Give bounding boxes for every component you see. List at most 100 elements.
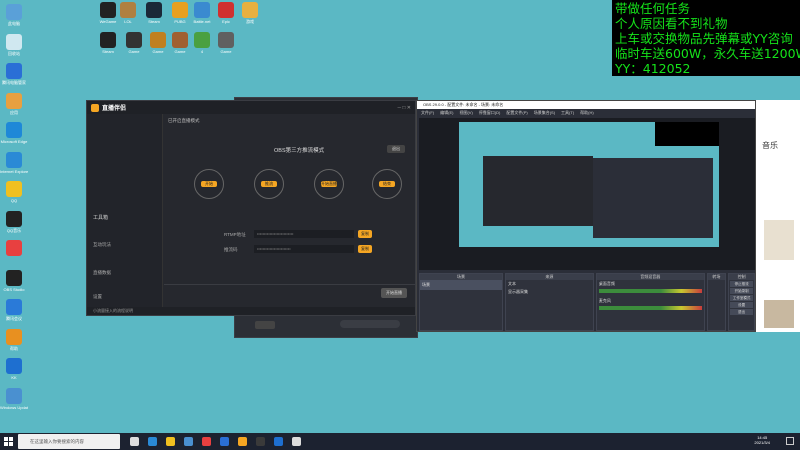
- obs-icon: [6, 269, 22, 286]
- key-field[interactable]: ••••••••••••••••••••••••: [254, 245, 354, 253]
- menu-item[interactable]: 配置文件(P): [506, 109, 527, 117]
- desktop-shortcut[interactable]: 回收站: [0, 33, 28, 56]
- desktop-shortcut[interactable]: 此电脑: [0, 4, 28, 26]
- step-button[interactable]: 结束: [379, 181, 395, 187]
- preview-obs: [593, 158, 713, 238]
- app-icon: [6, 92, 22, 109]
- game-icon: [100, 32, 116, 48]
- windows-start-icon[interactable]: [4, 437, 13, 446]
- desktop-shortcut[interactable]: Internet Explorer: [0, 151, 28, 174]
- shortcut-label: 此电脑: [8, 21, 20, 26]
- obs-menu-bar: 文件(F) 编辑(E) 视图(V) 停靠窗口(D) 配置文件(P) 场景集合(S) 工具(T…: [417, 109, 755, 117]
- taskbar-app-icon[interactable]: [130, 437, 139, 446]
- desktop-shortcut[interactable]: LOL: [114, 2, 142, 24]
- overlay-line: 个人原因看不到礼物: [615, 16, 728, 31]
- overlay-line: 临时车送600W，永久车送1200W: [615, 46, 800, 61]
- desktop-shortcut[interactable]: [0, 240, 28, 257]
- taskbar-app-icon[interactable]: [148, 437, 157, 446]
- start-live-button[interactable]: 开始直播: [381, 288, 407, 298]
- source-item[interactable]: 文本: [506, 280, 593, 288]
- shortcut-label: 游戏: [246, 19, 254, 24]
- desktop-shortcut[interactable]: Windows Update: [0, 387, 28, 410]
- date: 2021/3/4: [754, 440, 770, 445]
- menu-item[interactable]: 编辑(E): [440, 109, 453, 117]
- notification-icon[interactable]: [786, 437, 794, 445]
- desktop-shortcut[interactable]: 应用: [0, 92, 28, 115]
- control-button[interactable]: 停止推流: [730, 281, 753, 287]
- control-button[interactable]: 退出: [730, 309, 753, 315]
- desktop-shortcut[interactable]: 腾讯电脑管家: [0, 63, 28, 85]
- qq-icon: [6, 210, 22, 227]
- shortcut-label: KK: [11, 375, 17, 380]
- thumbnail[interactable]: [764, 300, 794, 328]
- chat-input[interactable]: [340, 320, 400, 328]
- sidebar-item[interactable]: 设置: [93, 294, 102, 300]
- scene-item[interactable]: 场景: [420, 280, 502, 290]
- recycle-bin-icon: [6, 33, 22, 50]
- game-icon: [120, 2, 136, 18]
- control-button[interactable]: 设置: [730, 302, 753, 308]
- music-label: 音乐: [762, 141, 778, 150]
- copy-button[interactable]: 复制: [358, 230, 372, 238]
- rtmp-field[interactable]: ••••••••••••••••••••••••••: [254, 230, 354, 238]
- desktop-shortcut[interactable]: 游戏: [236, 2, 264, 24]
- taskbar-app-icon[interactable]: [202, 437, 211, 446]
- control-button[interactable]: 开始录制: [730, 288, 753, 294]
- exit-button[interactable]: 退出: [387, 145, 405, 153]
- thumbnail[interactable]: [764, 220, 794, 260]
- menu-item[interactable]: 场景集合(S): [534, 109, 555, 117]
- desktop-shortcut[interactable]: 帮助: [0, 328, 28, 351]
- qq-icon: [6, 181, 22, 197]
- taskbar-app-icon[interactable]: [274, 437, 283, 446]
- menu-item[interactable]: 文件(F): [421, 109, 434, 117]
- desktop-shortcut[interactable]: 腾讯会议: [0, 299, 28, 321]
- step-button[interactable]: 开始: [201, 181, 217, 187]
- audio-mixer-dock: 音频混音器 桌面音频 麦克风: [595, 273, 705, 331]
- shortcut-label: QQ音乐: [6, 227, 22, 233]
- window-controls[interactable]: ─ □ ✕: [397, 105, 411, 111]
- divider: [164, 284, 415, 285]
- source-item[interactable]: 显示器采集: [506, 288, 593, 296]
- sidebar-item[interactable]: 工具箱: [93, 214, 108, 221]
- mixer-label: 麦克风: [598, 298, 611, 303]
- shortcut-label: QQ: [10, 198, 18, 203]
- obs-docks: 场景 场景 来源 文本 显示器采集 音频混音器 桌面音频 麦克风 转场 控制 停…: [419, 273, 755, 331]
- menu-item[interactable]: 视图(V): [459, 109, 472, 117]
- desktop-shortcut[interactable]: Steam: [140, 2, 168, 24]
- taskbar-app-icon[interactable]: [256, 437, 265, 446]
- sidebar-item[interactable]: 互动玩法: [93, 242, 111, 248]
- menu-item[interactable]: 停靠窗口(D): [479, 109, 501, 117]
- step-button[interactable]: 开始直播: [321, 181, 337, 187]
- obs-titlebar: OBS 29.0.0 - 配置文件: 未命名 - 场景: 未命名: [417, 101, 755, 109]
- game-icon: [218, 2, 234, 18]
- obs-preview: [419, 118, 755, 270]
- taskbar-app-icon[interactable]: [220, 437, 229, 446]
- desktop-shortcut[interactable]: QQ音乐: [0, 210, 28, 233]
- desktop-shortcut[interactable]: Microsoft Edge: [0, 122, 28, 144]
- game-icon: [194, 2, 210, 18]
- step-button[interactable]: 推流: [261, 181, 277, 187]
- desktop-shortcut[interactable]: OBS Studio: [0, 269, 28, 292]
- desktop-shortcut[interactable]: Game: [212, 32, 240, 54]
- taskbar-app-icon[interactable]: [166, 437, 175, 446]
- copy-button[interactable]: 复制: [358, 245, 372, 253]
- browser-window: 音乐: [756, 100, 800, 332]
- avatar: [255, 321, 275, 329]
- dock-header: 转场: [707, 274, 726, 280]
- desktop-shortcut[interactable]: QQ: [0, 181, 28, 203]
- desktop-shortcut[interactable]: KK: [0, 358, 28, 380]
- menu-item[interactable]: 帮助(H): [580, 109, 594, 117]
- control-button[interactable]: 工作室模式: [730, 295, 753, 301]
- taskbar-app-icon[interactable]: [184, 437, 193, 446]
- taskbar-app-icon[interactable]: [238, 437, 247, 446]
- app-title: 直播伴侣: [102, 106, 127, 112]
- game-icon: [194, 32, 210, 48]
- sidebar-item[interactable]: 直播数据: [93, 270, 111, 276]
- taskbar-search[interactable]: 在这里输入你要搜索的内容: [18, 434, 120, 449]
- step-circle: 推流: [254, 169, 284, 199]
- game-icon: [150, 32, 166, 48]
- taskbar-app-icon[interactable]: [292, 437, 301, 446]
- menu-item[interactable]: 工具(T): [561, 109, 574, 117]
- clock: 14:45 2021/3/4: [754, 435, 770, 445]
- desktop-shortcut[interactable]: Steam: [94, 32, 122, 54]
